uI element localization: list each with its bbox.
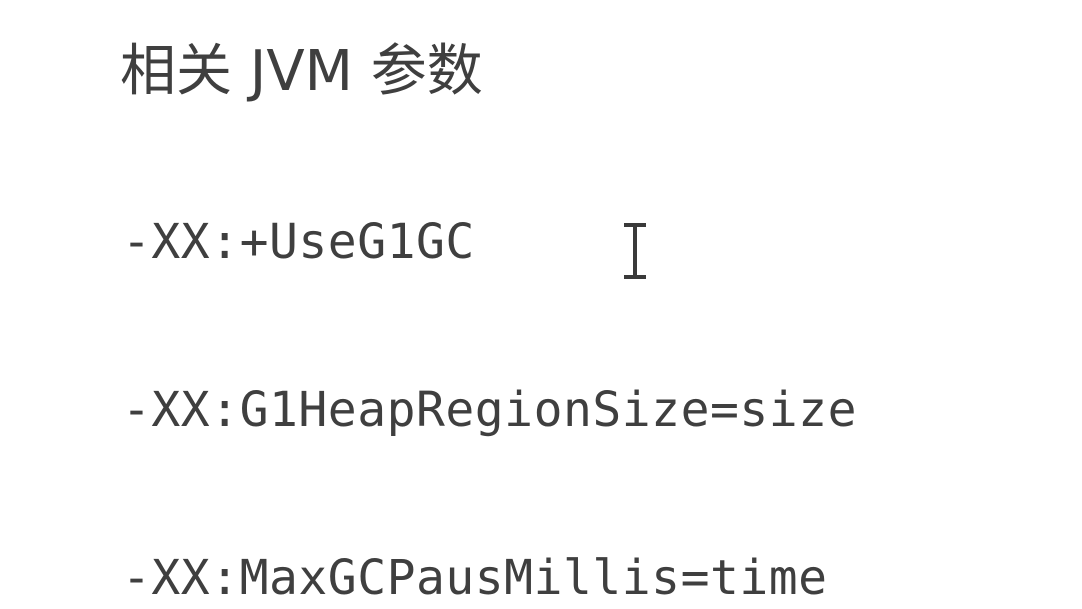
page-title: 相关 JVM 参数 — [120, 39, 483, 104]
document-page: 相关 JVM 参数 -XX:+UseG1GC -XX:G1HeapRegionS… — [0, 0, 1082, 609]
jvm-param-use-g1gc: -XX:+UseG1GC — [122, 214, 475, 270]
text-cursor-icon — [624, 223, 646, 279]
jvm-param-max-gc-pause-millis: -XX:MaxGCPausMillis=time — [122, 550, 828, 606]
jvm-param-g1-heap-region-size: -XX:G1HeapRegionSize=size — [122, 382, 857, 438]
